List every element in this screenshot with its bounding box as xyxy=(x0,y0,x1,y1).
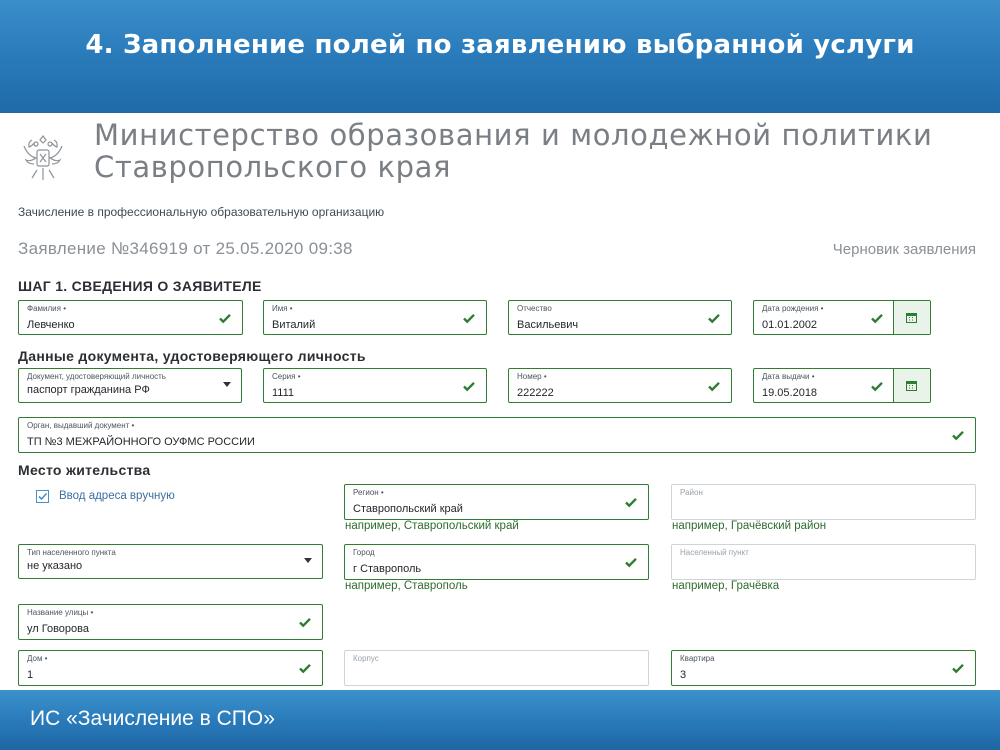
locality-type-select[interactable]: Тип населенного пункта не указано xyxy=(18,544,323,579)
ministry-title: Министерство образования и молодежной по… xyxy=(94,119,933,183)
street-label: Название улицы • xyxy=(27,608,94,617)
city-hint: например, Ставрополь xyxy=(345,580,468,592)
district-hint: например, Грачёвский район xyxy=(672,520,827,532)
check-icon xyxy=(708,381,720,392)
city-label: Город xyxy=(353,548,375,557)
manual-address-label: Ввод адреса вручную xyxy=(59,490,175,502)
number-value: 222222 xyxy=(517,387,554,399)
application-number: Заявление №346919 от 25.05.2020 09:38 xyxy=(18,239,353,258)
birth-date-value: 01.01.2002 xyxy=(762,319,818,331)
region-value: Ставропольский край xyxy=(353,503,463,515)
house-label: Дом • xyxy=(27,654,48,663)
document-type-label: Документ, удостоверяющий личность xyxy=(27,372,166,381)
birth-date-calendar-button[interactable] xyxy=(893,301,930,334)
check-icon xyxy=(625,497,637,508)
check-icon xyxy=(871,381,883,392)
birth-date-label: Дата рождения • xyxy=(762,304,824,313)
check-icon xyxy=(219,313,231,324)
check-icon xyxy=(463,313,475,324)
chevron-down-icon xyxy=(223,382,231,387)
footer-caption: ИС «Зачисление в СПО» xyxy=(30,707,275,730)
ministry-title-line1: Министерство образования и молодежной по… xyxy=(94,118,933,152)
locality-type-value: не указано xyxy=(27,560,83,572)
application-form-screenshot: Министерство образования и молодежной по… xyxy=(0,113,1000,690)
locality-label: Населенный пункт xyxy=(680,548,749,557)
check-icon xyxy=(871,313,883,324)
series-label: Серия • xyxy=(272,372,301,381)
locality-field[interactable]: Населенный пункт xyxy=(671,544,976,580)
house-field[interactable]: Дом • 1 xyxy=(18,650,323,686)
patronymic-field[interactable]: Отчество Васильевич xyxy=(508,300,732,335)
surname-value: Левченко xyxy=(27,319,75,331)
checkbox-check-icon xyxy=(38,492,48,501)
surname-field[interactable]: Фамилия • Левченко xyxy=(18,300,243,335)
slide-footer: ИС «Зачисление в СПО» xyxy=(0,690,1000,750)
application-status: Черновик заявления xyxy=(832,241,976,258)
service-name: Зачисление в профессиональную образовате… xyxy=(18,205,385,219)
birth-date-field[interactable]: Дата рождения • 01.01.2002 xyxy=(753,300,931,335)
calendar-icon xyxy=(906,313,917,323)
residence-section-title: Место жительства xyxy=(18,462,151,478)
name-label: Имя • xyxy=(272,304,293,313)
slide-header: 4. Заполнение полей по заявлению выбранн… xyxy=(0,0,1000,113)
check-icon xyxy=(952,430,964,441)
issue-date-label: Дата выдачи • xyxy=(762,372,815,381)
check-icon xyxy=(299,617,311,628)
street-value: ул Говорова xyxy=(27,623,89,635)
issue-date-value: 19.05.2018 xyxy=(762,387,818,399)
apartment-value: 3 xyxy=(680,669,687,681)
document-type-select[interactable]: Документ, удостоверяющий личность паспор… xyxy=(18,368,242,403)
issuer-value: ТП №3 МЕЖРАЙОННОГО ОУФМС РОССИИ xyxy=(27,436,255,448)
calendar-icon xyxy=(906,381,917,391)
issuer-label: Орган, выдавший документ • xyxy=(27,421,135,430)
apartment-field[interactable]: Квартира 3 xyxy=(671,650,976,686)
patronymic-value: Васильевич xyxy=(517,319,579,331)
building-label: Корпус xyxy=(353,654,379,663)
building-field[interactable]: Корпус xyxy=(344,650,649,686)
apartment-label: Квартира xyxy=(680,654,715,663)
name-field[interactable]: Имя • Виталий xyxy=(263,300,487,335)
region-label: Регион • xyxy=(353,488,384,497)
step-title: ШАГ 1. СВЕДЕНИЯ О ЗАЯВИТЕЛЕ xyxy=(18,278,262,294)
chevron-down-icon xyxy=(304,558,312,563)
locality-hint: например, Грачёвка xyxy=(672,580,780,592)
identity-section-title: Данные документа, удостоверяющего личнос… xyxy=(18,348,366,364)
street-field[interactable]: Название улицы • ул Говорова xyxy=(18,604,323,640)
manual-address-checkbox[interactable] xyxy=(36,490,49,503)
check-icon xyxy=(625,557,637,568)
check-icon xyxy=(299,663,311,674)
city-field[interactable]: Город г Ставрополь xyxy=(344,544,649,580)
document-type-value: паспорт гражданина РФ xyxy=(27,384,150,396)
number-field[interactable]: Номер • 222222 xyxy=(508,368,732,403)
check-icon xyxy=(463,381,475,392)
house-value: 1 xyxy=(27,669,34,681)
region-hint: например, Ставропольский край xyxy=(345,520,519,532)
issue-date-calendar-button[interactable] xyxy=(893,369,930,402)
name-value: Виталий xyxy=(272,319,316,331)
number-label: Номер • xyxy=(517,372,547,381)
surname-label: Фамилия • xyxy=(27,304,66,313)
issuer-field[interactable]: Орган, выдавший документ • ТП №3 МЕЖРАЙО… xyxy=(18,417,976,453)
patronymic-label: Отчество xyxy=(517,304,552,313)
check-icon xyxy=(708,313,720,324)
locality-type-label: Тип населенного пункта xyxy=(27,548,116,557)
series-value: 1111 xyxy=(272,387,295,399)
ministry-title-line2: Ставропольского края xyxy=(94,150,452,184)
coat-of-arms-icon xyxy=(23,135,63,180)
issue-date-field[interactable]: Дата выдачи • 19.05.2018 xyxy=(753,368,931,403)
district-label: Район xyxy=(680,488,703,497)
check-icon xyxy=(952,663,964,674)
slide-title: 4. Заполнение полей по заявлению выбранн… xyxy=(85,30,915,60)
district-field[interactable]: Район xyxy=(671,484,976,520)
region-field[interactable]: Регион • Ставропольский край xyxy=(344,484,649,520)
series-field[interactable]: Серия • 1111 xyxy=(263,368,487,403)
city-value: г Ставрополь xyxy=(353,563,422,575)
